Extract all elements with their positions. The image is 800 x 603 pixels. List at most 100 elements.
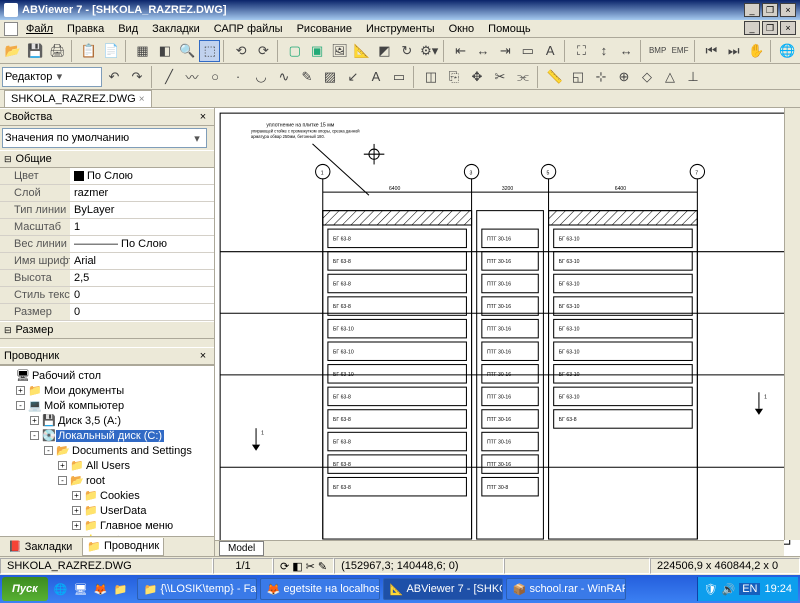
snap1-icon[interactable]: ⊹ — [590, 66, 612, 88]
undo-icon[interactable]: ↶ — [103, 66, 125, 88]
menu-window[interactable]: Окно — [443, 21, 481, 37]
point-tool-icon[interactable]: · — [227, 66, 249, 88]
snap3-icon[interactable]: ◇ — [636, 66, 658, 88]
snap2-icon[interactable]: ⊕ — [613, 66, 635, 88]
taskbar-item[interactable]: 🦊egetsite на localhost - p... — [260, 578, 380, 600]
tab-bookmarks[interactable]: 📕 Закладки — [4, 538, 76, 555]
area-icon[interactable]: ◱ — [567, 66, 589, 88]
texttool-icon[interactable]: A — [365, 66, 387, 88]
selection-combo[interactable]: Значения по умолчанию▾ — [2, 128, 207, 148]
dwg-icon[interactable]: 📐 — [351, 40, 372, 62]
align-left-icon[interactable]: ⇤ — [450, 40, 471, 62]
brush-tool-icon[interactable]: ✎ — [296, 66, 318, 88]
mdi-close-button[interactable]: × — [780, 21, 796, 35]
taskbar-item[interactable]: 📦school.rar - WinRAR (ev... — [506, 578, 626, 600]
ql-firefox-icon[interactable]: 🦊 — [92, 580, 110, 598]
align-right-icon[interactable]: ⇥ — [495, 40, 516, 62]
cube-icon[interactable]: ◩ — [374, 40, 395, 62]
tree-node[interactable]: 🖥Рабочий стол — [0, 368, 214, 383]
tree-node[interactable]: +📁Главное меню — [0, 518, 214, 533]
rect-icon[interactable]: ▭ — [517, 40, 538, 62]
explorer-close-icon[interactable]: × — [196, 350, 210, 362]
status-icon-4[interactable]: ✎ — [318, 560, 327, 573]
prop-value[interactable]: 1 — [70, 219, 214, 235]
settings-icon[interactable]: ⚙▾ — [419, 40, 440, 62]
prop-row[interactable]: Масштаб1 — [0, 219, 214, 236]
polyline-tool-icon[interactable]: 〰 — [181, 66, 203, 88]
refresh-icon[interactable]: ↻ — [396, 40, 417, 62]
menu-view[interactable]: Вид — [112, 21, 144, 37]
prop-row[interactable]: Слойrazmer — [0, 185, 214, 202]
menu-tools[interactable]: Инструменты — [360, 21, 441, 37]
grid-icon[interactable]: ▦ — [132, 40, 153, 62]
tree-toggle-icon[interactable]: + — [30, 416, 39, 425]
tree-node[interactable]: +📁Cookies — [0, 488, 214, 503]
taskbar-item[interactable]: 📐ABViewer 7 - [SHKOLA... — [383, 578, 503, 600]
mdi-minimize-button[interactable]: _ — [744, 21, 760, 35]
join-icon[interactable]: ⫘ — [512, 66, 534, 88]
prev-icon[interactable]: ⏮ — [701, 40, 722, 62]
tree-node[interactable]: +📁Мои документы — [0, 383, 214, 398]
maximize-button[interactable]: ❐ — [762, 3, 778, 17]
prop-value[interactable]: По Слою — [70, 168, 214, 184]
tree-toggle-icon[interactable]: + — [72, 506, 81, 515]
align-center-icon[interactable]: ↔ — [472, 40, 493, 62]
arc-tool-icon[interactable]: ◡ — [250, 66, 272, 88]
redo-icon[interactable]: ↷ — [126, 66, 148, 88]
tree-node[interactable]: +💾Диск 3,5 (A:) — [0, 413, 214, 428]
tree-toggle-icon[interactable]: + — [72, 521, 81, 530]
prop-row[interactable]: Стиль текста0 — [0, 287, 214, 304]
status-icon-1[interactable]: ⟳ — [280, 560, 289, 573]
menu-bookmarks[interactable]: Закладки — [146, 21, 206, 37]
forward-icon[interactable]: ⟳ — [253, 40, 274, 62]
block-tool-icon[interactable]: ▭ — [388, 66, 410, 88]
sheet-tab-model[interactable]: Model — [219, 541, 264, 556]
measure-icon[interactable]: 📏 — [544, 66, 566, 88]
tree-node[interactable]: -💽Локальный диск (C:) — [0, 428, 214, 443]
ql-desktop-icon[interactable]: 🖥 — [72, 580, 90, 598]
export-bmp-icon[interactable]: BMP — [647, 40, 668, 62]
menu-edit[interactable]: Правка — [61, 21, 110, 37]
ql-ie-icon[interactable]: 🌐 — [52, 580, 70, 598]
prop-row[interactable]: Тип линииByLayer — [0, 202, 214, 219]
tree-node[interactable]: +📁All Users — [0, 458, 214, 473]
status-icon-2[interactable]: ◧ — [292, 560, 302, 573]
tray-icon-2[interactable]: 🔊 — [721, 583, 735, 596]
prop-row[interactable]: Имя шрифтаArial — [0, 253, 214, 270]
prop-value[interactable]: razmer — [70, 185, 214, 201]
taskbar-item[interactable]: 📁{\\LOSIK\temp} - Far — [137, 578, 257, 600]
fitw-icon[interactable]: ↕ — [593, 40, 614, 62]
tray-lang[interactable]: EN — [739, 583, 760, 595]
prop-value[interactable]: Arial — [70, 253, 214, 269]
menu-help[interactable]: Помощь — [482, 21, 537, 37]
menu-draw[interactable]: Рисование — [291, 21, 358, 37]
zoom-icon[interactable]: 🔍 — [177, 40, 198, 62]
copy-icon[interactable]: 📋 — [78, 40, 99, 62]
vertical-scrollbar[interactable] — [784, 108, 800, 540]
image-icon[interactable]: 🖼 — [329, 40, 350, 62]
prop-value[interactable]: 0 — [70, 304, 214, 320]
ql-tc-icon[interactable]: 📁 — [112, 580, 130, 598]
hand-icon[interactable]: ✋ — [745, 40, 766, 62]
tree-toggle-icon[interactable]: - — [58, 476, 67, 485]
file-tab-close-icon[interactable]: × — [139, 94, 145, 105]
tree-node[interactable]: -💻Мой компьютер — [0, 398, 214, 413]
layer-icon[interactable]: ▢ — [284, 40, 305, 62]
tree-node[interactable]: -📂root — [0, 473, 214, 488]
tree-node[interactable]: +📁UserData — [0, 503, 214, 518]
tree-node[interactable]: -📂Documents and Settings — [0, 443, 214, 458]
curve-tool-icon[interactable]: ∿ — [273, 66, 295, 88]
menu-file[interactable]: Файл — [20, 21, 59, 37]
circle-tool-icon[interactable]: ○ — [204, 66, 226, 88]
clipboard-icon[interactable]: 📄 — [101, 40, 122, 62]
fit-icon[interactable]: ⛶ — [571, 40, 592, 62]
back-icon[interactable]: ⟲ — [230, 40, 251, 62]
props-section-size[interactable]: Размер — [0, 321, 214, 339]
drawing-area[interactable]: 1357 640032006400 БГ 63-8БГ 63-8БГ 63-8Б… — [215, 108, 800, 556]
tree-toggle-icon[interactable]: + — [58, 461, 67, 470]
line-tool-icon[interactable]: ╱ — [158, 66, 180, 88]
snap5-icon[interactable]: ⊥ — [682, 66, 704, 88]
prop-value[interactable]: 0 — [70, 287, 214, 303]
globe-icon[interactable]: 🌐 — [777, 40, 798, 62]
save-icon[interactable]: 💾 — [24, 40, 45, 62]
